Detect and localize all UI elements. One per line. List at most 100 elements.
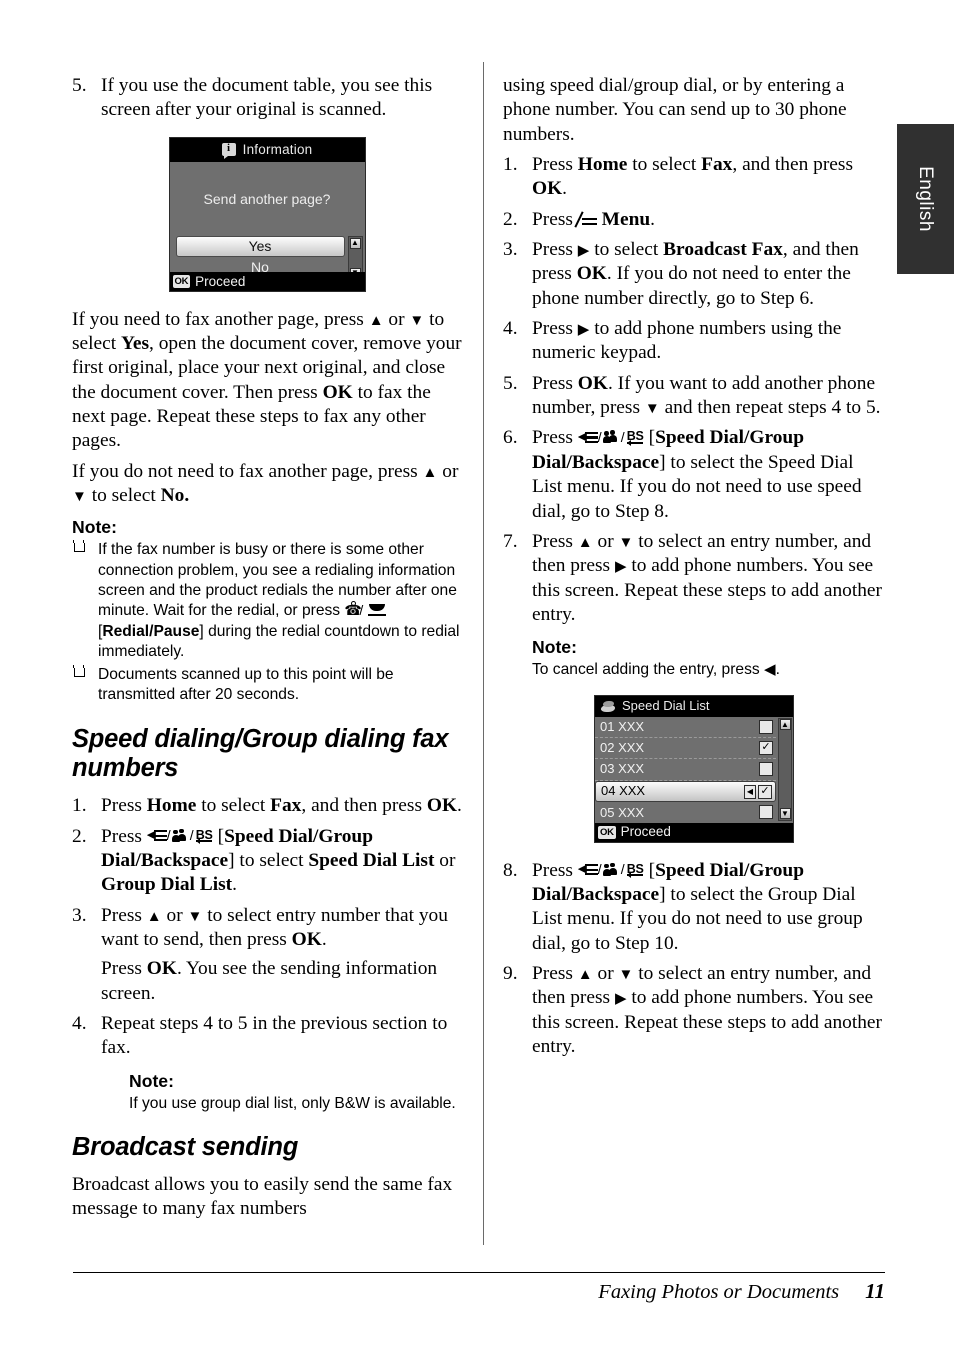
redial-pause-icon: / <box>344 601 390 618</box>
note-body-3-a: To cancel adding the entry, press <box>532 661 765 679</box>
section-heading-broadcast-sending: Broadcast sending <box>72 1133 299 1161</box>
lcd-information-footer: OK Proceed <box>169 271 365 291</box>
speed-step-1-bold-ok: OK <box>426 795 458 817</box>
broadcast-step-2-a: Press <box>532 208 578 230</box>
broadcast-step-2-b: . <box>650 208 655 230</box>
speed-dial-group-dial-backspace-icon: / / BS <box>577 429 644 446</box>
speed-step-3-sub: Press OK. You see the sending informatio… <box>101 957 462 1006</box>
speed-step-1-c: , and then press <box>301 795 427 817</box>
left-step-5-list: 5. If you use the document table, you see… <box>72 74 462 123</box>
list-item[interactable]: 03 XXX <box>595 759 776 781</box>
footer-rule <box>73 1272 885 1274</box>
scroll-down-icon[interactable]: ▼ <box>779 808 791 820</box>
speed-step-3-bold-ok: OK <box>291 928 322 950</box>
speed-step-3-sub-bold: OK <box>146 958 177 980</box>
broadcast-step-6-a: Press <box>532 427 578 449</box>
broadcast-intro-continued: using speed dial/group dial, or by enter… <box>503 75 847 145</box>
lcd-footer-label: Proceed <box>195 273 246 289</box>
broadcast-step-1: 1. Press Home to select Fax, and then pre… <box>503 153 885 202</box>
speed-dial-group-dial-backspace-icon: / / BS <box>146 827 213 845</box>
lcd-option-yes[interactable]: Yes <box>175 235 345 257</box>
list-item-label: 03 XXX <box>600 761 645 777</box>
note-body-3: To cancel adding the entry, press . <box>532 660 885 680</box>
note-heading-3: Note: <box>532 637 577 658</box>
step-5: 5. If you use the document table, you see… <box>72 74 462 123</box>
square-bullet-icon <box>73 664 85 678</box>
note-item-1-bold: Redial/Pause <box>102 622 200 640</box>
broadcast-step-9: 9.Press or to select an entry number, an… <box>503 962 885 1059</box>
list-item[interactable]: 05 XXX <box>595 802 776 823</box>
broadcast-step-7-number: 7. <box>503 530 518 552</box>
broadcast-step-1-bold-home: Home <box>577 154 628 176</box>
broadcast-step-1-number: 1. <box>503 154 518 176</box>
speed-step-1-bold-fax: Fax <box>270 795 302 817</box>
speed-step-3-a: Press <box>101 904 147 926</box>
speed-step-1-d: . <box>457 795 462 817</box>
broadcast-step-7-b: or <box>592 530 619 552</box>
broadcast-step-8-bracket: [ <box>643 859 656 881</box>
list-item[interactable]: 01 XXX <box>595 717 776 738</box>
paragraph-no: If you do not need to fax another page, … <box>72 460 462 509</box>
checkbox-unchecked[interactable] <box>759 805 773 820</box>
language-tab-english: English <box>897 124 954 274</box>
broadcast-step-3: 3.Press to select Broadcast Fax, and the… <box>503 238 885 311</box>
broadcast-step-3-number: 3. <box>503 239 518 261</box>
speed-step-2-d: . <box>232 874 237 896</box>
triangle-up-icon <box>578 531 593 552</box>
broadcast-step-3-bold: Broadcast Fax <box>663 239 783 261</box>
lcd-information-message: Send another page? <box>203 190 331 207</box>
checkbox-unchecked[interactable] <box>759 719 773 734</box>
broadcast-step-2-bold-menu: Menu <box>601 208 651 230</box>
broadcast-step-5-number: 5. <box>503 372 518 394</box>
lcd-information-titlebar: Information <box>169 137 365 162</box>
triangle-up-icon <box>578 963 593 984</box>
lcd-information-screen: Information Send another page? Yes No ▲ … <box>168 136 366 292</box>
broadcast-step-9-b: or <box>592 962 619 984</box>
broadcast-step-4-number: 4. <box>503 318 518 340</box>
speed-step-2-c: or <box>434 849 456 871</box>
speed-step-2: 2. Press / / BS [Speed Dial/Group Dial/Back… <box>72 825 462 898</box>
speed-step-4-text: Repeat steps 4 to 5 in the previous sect… <box>101 1012 448 1059</box>
list-item-label: 04 XXX <box>601 783 646 799</box>
note-heading-1: Note: <box>72 517 117 538</box>
broadcast-step-4-a: Press <box>532 318 578 340</box>
lcd-speed-dial-title: Speed Dial List <box>622 697 710 713</box>
broadcast-step-5: 5. Press OK. If you want to add another p… <box>503 372 885 421</box>
note-item-2: Documents scanned up to this point will … <box>72 664 462 706</box>
para-yes-part2: or <box>383 308 410 330</box>
note-body-2: If you use group dial list, only B&W is … <box>129 1094 456 1112</box>
triangle-right-icon <box>578 318 590 339</box>
square-bullet-icon <box>73 540 85 553</box>
checkbox-checked[interactable]: ✓ <box>758 784 772 799</box>
left-column: 5. If you use the document table, you see… <box>72 74 462 1228</box>
speed-step-3: 3.Press or to select entry number that y… <box>72 904 462 1006</box>
note-heading-2: Note: <box>129 1070 174 1091</box>
scroll-up-icon[interactable]: ▲ <box>779 719 791 731</box>
broadcast-step-5-a: Press <box>532 372 578 394</box>
lcd-speed-dial-list-wrap: Speed Dial List 01 XXX 02 XXX ✓ 03 XXX 0… <box>503 694 885 843</box>
list-item-selected[interactable]: 04 XXX ◀ ✓ <box>595 780 776 803</box>
broadcast-intro-paragraph: Broadcast allows you to easily send the … <box>72 1173 453 1220</box>
broadcast-step-6-number: 6. <box>503 427 518 449</box>
para-no-bold-no: No. <box>160 485 190 507</box>
footer-title: Faxing Photos or Documents <box>598 1281 840 1303</box>
scroll-up-icon[interactable]: ▲ <box>349 237 361 249</box>
lcd-speed-dial-scrollbar[interactable]: ▲ ▼ <box>778 717 792 821</box>
broadcast-step-1-bold-fax: Fax <box>701 154 733 176</box>
broadcast-step-6-bracket: [ <box>643 427 656 449</box>
broadcast-steps: 1. Press Home to select Fax, and then pre… <box>503 153 885 1059</box>
checkbox-unchecked[interactable] <box>759 762 773 777</box>
menu-icon <box>574 211 597 228</box>
speed-step-3-sub-a: Press <box>101 958 147 980</box>
triangle-up-icon <box>369 309 384 330</box>
checkbox-checked[interactable]: ✓ <box>759 740 773 755</box>
triangle-down-icon <box>409 309 424 330</box>
para-yes-part1: If you need to fax another page, press <box>72 308 369 330</box>
column-divider <box>483 62 484 1245</box>
para-no-part3: to select <box>86 485 161 507</box>
list-item-label: 05 XXX <box>600 804 645 820</box>
list-item[interactable]: 02 XXX ✓ <box>595 738 776 760</box>
broadcast-step-2: 2. Press Menu. <box>503 208 885 232</box>
broadcast-step-9-a: Press <box>532 962 578 984</box>
left-arrow-icon[interactable]: ◀ <box>744 784 756 799</box>
